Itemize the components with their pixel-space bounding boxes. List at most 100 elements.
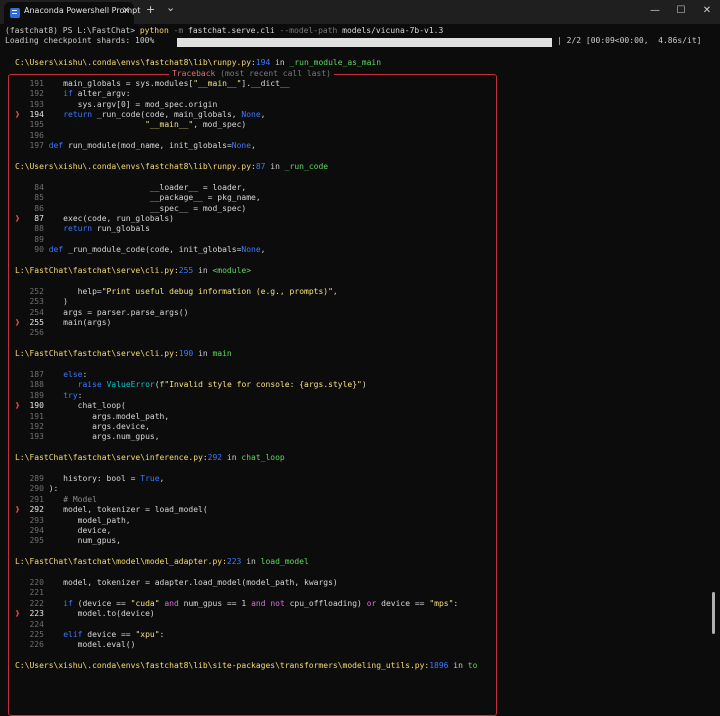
gutter	[15, 328, 25, 337]
gutter	[15, 193, 25, 202]
code-line: 84 __loader__ = loader,	[15, 183, 246, 193]
code-line: 88 return run_globals	[15, 224, 150, 234]
gutter	[15, 308, 25, 317]
cmd-module: fastchat.serve.cli	[188, 26, 275, 35]
new-tab-button[interactable]: +	[146, 3, 155, 16]
code-line: 290 ):	[15, 484, 58, 494]
code-line: 196	[15, 131, 49, 141]
code-line: 294 device,	[15, 526, 111, 536]
code-line: 85 __package__ = pkg_name,	[15, 193, 260, 203]
code-line: 253 )	[15, 297, 68, 307]
error-marker-icon: ❱	[15, 318, 25, 327]
code-line: 89	[15, 235, 49, 245]
frame-location[interactable]: C:\Users\xishu\.conda\envs\fastchat8\lib…	[15, 58, 381, 68]
frame-location[interactable]: L:\FastChat\fastchat\serve\cli.py:255 in…	[15, 266, 251, 276]
scrollbar-thumb[interactable]	[712, 592, 715, 634]
gutter	[15, 89, 25, 98]
gutter	[15, 578, 25, 587]
gutter	[15, 495, 25, 504]
gutter	[15, 183, 25, 192]
error-marker-icon: ❱	[15, 214, 25, 223]
gutter	[15, 630, 25, 639]
gutter	[15, 141, 25, 150]
gutter	[15, 297, 25, 306]
cmd-path: models/vicuna-7b-v1.3	[342, 26, 444, 35]
traceback-title: Traceback (most recent call last)	[169, 69, 334, 79]
prompt: (fastchat8) PS L:\FastChat>	[5, 26, 140, 35]
gutter	[15, 287, 25, 296]
gutter	[15, 100, 25, 109]
code-line: 289 history: bool = True,	[15, 474, 164, 484]
code-line: 191 main_globals = sys.modules["__main__…	[15, 79, 289, 89]
code-line: 220 model, tokenizer = adapter.load_mode…	[15, 578, 337, 588]
code-line: 291 # Model	[15, 495, 96, 505]
gutter	[15, 474, 25, 483]
code-line: 222 if (device == "cuda" and num_gpus ==…	[15, 599, 458, 609]
code-line: 192 args.device,	[15, 422, 149, 432]
gutter	[15, 432, 25, 441]
gutter	[15, 131, 25, 140]
code-line: 189 try:	[15, 391, 82, 401]
frame-location[interactable]: C:\Users\xishu\.conda\envs\fastchat8\lib…	[15, 162, 328, 172]
code-line: ❱ 190 chat_loop(	[15, 401, 126, 411]
terminal-output[interactable]: (fastchat8) PS L:\FastChat> python -m fa…	[0, 24, 720, 716]
close-window-button[interactable]: ✕	[696, 2, 718, 20]
code-line: 188 raise ValueError(f"Invalid style for…	[15, 380, 366, 390]
code-line: 86 __spec__ = mod_spec)	[15, 204, 246, 214]
minimize-button[interactable]: —	[644, 2, 666, 20]
gutter	[15, 588, 25, 597]
code-line: 192 if alter_argv:	[15, 89, 130, 99]
gutter	[15, 224, 25, 233]
gutter	[15, 79, 25, 88]
code-line: 293 model_path,	[15, 516, 130, 526]
code-line: 187 else:	[15, 370, 87, 380]
gutter	[15, 422, 25, 431]
gutter	[15, 235, 25, 244]
cmd-m: -m	[168, 26, 189, 35]
gutter	[15, 516, 25, 525]
maximize-button[interactable]: ☐	[670, 2, 692, 20]
frame-location[interactable]: L:\FastChat\fastchat\serve\cli.py:190 in…	[15, 349, 232, 359]
code-line: 90 def _run_module_code(code, init_globa…	[15, 245, 265, 255]
gutter	[15, 412, 25, 421]
error-marker-icon: ❱	[15, 401, 25, 411]
error-marker-icon: ❱	[15, 110, 25, 119]
gutter	[15, 484, 25, 493]
gutter	[15, 640, 25, 649]
command-line: (fastchat8) PS L:\FastChat> python -m fa…	[5, 26, 443, 36]
frame-location[interactable]: C:\Users\xishu\.conda\envs\fastchat8\lib…	[15, 661, 477, 671]
loading-progress-bar	[177, 38, 552, 47]
code-line: 254 args = parser.parse_args()	[15, 308, 188, 318]
loading-label: Loading checkpoint shards: 100%	[5, 36, 155, 45]
code-line: 252 help="Print useful debug information…	[15, 287, 337, 297]
gutter	[15, 620, 25, 629]
code-line: ❱ 194 return _run_code(code, main_global…	[15, 110, 266, 119]
code-line: ❱ 292 model, tokenizer = load_model(	[15, 505, 208, 515]
code-line: 221	[15, 588, 49, 598]
window-titlebar: Anaconda Powershell Prompt × + ⌄ — ☐ ✕	[0, 0, 720, 24]
error-marker-icon: ❱	[15, 505, 25, 515]
tab-close-button[interactable]: ×	[122, 5, 130, 16]
code-line: 193 args.num_gpus,	[15, 432, 159, 442]
code-line: 295 num_gpus,	[15, 536, 121, 546]
code-line: 197 def run_module(mod_name, init_global…	[15, 141, 255, 151]
code-line: 256	[15, 328, 49, 338]
frame-location[interactable]: L:\FastChat\fastchat\serve\inference.py:…	[15, 453, 285, 463]
frame-location[interactable]: L:\FastChat\fastchat\model\model_adapter…	[15, 557, 309, 567]
gutter	[15, 391, 25, 400]
powershell-icon	[10, 8, 20, 18]
code-line: 193 sys.argv[0] = mod_spec.origin	[15, 100, 217, 110]
code-line: ❱ 223 model.to(device)	[15, 609, 155, 619]
terminal-tab[interactable]: Anaconda Powershell Prompt ×	[4, 2, 140, 24]
gutter	[15, 599, 25, 608]
loading-stats: | 2/2 [00:09<00:00, 4.86s/it]	[557, 36, 702, 45]
gutter	[15, 380, 25, 389]
cmd-flag: --model-path	[274, 26, 343, 35]
tab-dropdown-button[interactable]: ⌄	[166, 1, 175, 14]
code-line: 191 args.model_path,	[15, 412, 169, 422]
gutter	[15, 526, 25, 535]
error-marker-icon: ❱	[15, 609, 25, 619]
gutter	[15, 370, 25, 379]
gutter	[15, 120, 25, 129]
cmd-python: python	[139, 26, 169, 35]
